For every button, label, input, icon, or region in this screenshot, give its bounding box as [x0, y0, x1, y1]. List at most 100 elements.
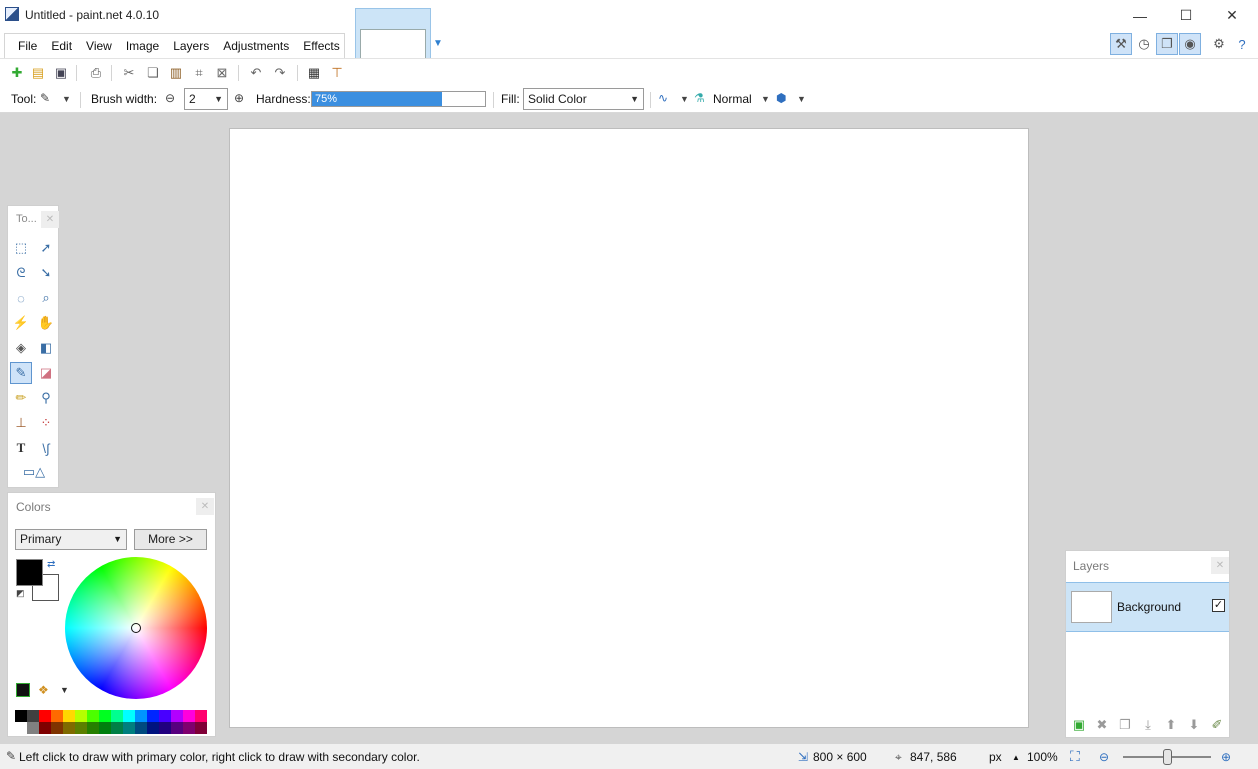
gradient-tool-icon[interactable]: ◧	[35, 337, 57, 359]
open-file-icon[interactable]: ▤	[28, 63, 48, 83]
copy-icon[interactable]: ❏	[143, 63, 163, 83]
pan-tool-icon[interactable]: ✋	[35, 312, 57, 334]
color-picker-tool-icon[interactable]: ⚲	[35, 387, 57, 409]
move-selected-pixels-tool-icon[interactable]: ➚	[35, 237, 57, 259]
brush-width-combo[interactable]: 2 ▼	[184, 88, 228, 110]
ruler-icon[interactable]: ⊤	[327, 63, 347, 83]
palette-swatch[interactable]	[15, 710, 27, 722]
colors-panel-close-icon[interactable]: ✕	[196, 498, 214, 515]
menu-edit[interactable]: Edit	[44, 34, 79, 58]
grid-icon[interactable]: ▦	[304, 63, 324, 83]
color-mode-select[interactable]: Primary ▼	[15, 529, 127, 550]
tool-dropdown-icon[interactable]: ▼	[62, 94, 71, 104]
minimize-button[interactable]: —	[1117, 0, 1163, 31]
palette-swatch[interactable]	[195, 710, 207, 722]
line-curve-tool-icon[interactable]: \∫	[35, 437, 57, 459]
paintbrush-tool-icon[interactable]: ✎	[10, 362, 32, 384]
zoom-tool-icon[interactable]: ⌕	[35, 287, 57, 309]
menu-layers[interactable]: Layers	[166, 34, 216, 58]
save-file-icon[interactable]: ▣	[51, 63, 71, 83]
eraser-tool-icon[interactable]: ◪	[35, 362, 57, 384]
blend-mode-dropdown-icon[interactable]: ▼	[761, 94, 770, 104]
undo-icon[interactable]: ↶	[246, 63, 266, 83]
fill-type-combo[interactable]: Solid Color ▼	[523, 88, 644, 110]
palette-swatch[interactable]	[135, 722, 147, 734]
palette-swatch[interactable]	[159, 710, 171, 722]
palette-swatch[interactable]	[51, 722, 63, 734]
palette-swatch[interactable]	[183, 710, 195, 722]
redo-icon[interactable]: ↷	[270, 63, 290, 83]
palette-swatch[interactable]	[27, 722, 39, 734]
pencil-tool-icon[interactable]: ✏	[10, 387, 32, 409]
merge-layer-down-icon[interactable]: ⤓	[1139, 716, 1157, 734]
decrease-width-icon[interactable]: ⊖	[165, 91, 175, 105]
deselect-icon[interactable]: ⊠	[212, 63, 232, 83]
rectangle-select-tool-icon[interactable]: ⬚	[10, 237, 32, 259]
print-icon[interactable]: ⎙	[86, 63, 106, 83]
close-button[interactable]: ✕	[1209, 0, 1255, 31]
palette-swatch[interactable]	[135, 710, 147, 722]
menu-adjustments[interactable]: Adjustments	[216, 34, 296, 58]
tools-panel-close-icon[interactable]: ✕	[41, 211, 59, 228]
blend-mode-value[interactable]: Normal	[713, 92, 752, 106]
layer-row[interactable]: Background ✓	[1066, 582, 1229, 632]
palette-swatch[interactable]	[123, 710, 135, 722]
palette-swatch[interactable]	[171, 722, 183, 734]
selection-clipping-icon[interactable]: ⬢	[776, 91, 786, 105]
hardness-slider[interactable]: 75%	[311, 91, 486, 107]
palette-swatch[interactable]	[111, 710, 123, 722]
settings-gear-icon[interactable]: ⚙	[1208, 33, 1230, 55]
zoom-value[interactable]: 100%	[1027, 750, 1058, 764]
antialiasing-icon[interactable]: ∿	[658, 91, 668, 105]
layer-properties-icon[interactable]: ✐	[1208, 716, 1226, 734]
palette-swatch[interactable]	[147, 710, 159, 722]
reset-colors-icon[interactable]: ◩	[16, 588, 25, 599]
selection-clipping-dropdown-icon[interactable]: ▼	[797, 94, 806, 104]
ellipse-select-tool-icon[interactable]: ◌	[10, 287, 32, 309]
shapes-tool-icon[interactable]: ▭△	[16, 461, 52, 483]
menu-effects[interactable]: Effects	[296, 34, 346, 58]
move-layer-up-icon[interactable]: ⬆	[1162, 716, 1180, 734]
antialiasing-dropdown-icon[interactable]: ▼	[680, 94, 689, 104]
palette-swatch[interactable]	[63, 722, 75, 734]
paste-icon[interactable]: ▥	[166, 63, 186, 83]
palette-swatch[interactable]	[87, 722, 99, 734]
menu-view[interactable]: View	[79, 34, 119, 58]
zoom-in-icon[interactable]: ⊕	[1221, 750, 1231, 764]
color-wheel-cursor[interactable]	[131, 623, 141, 633]
add-to-palette-icon[interactable]	[16, 683, 30, 697]
palette-swatch[interactable]	[123, 722, 135, 734]
delete-layer-icon[interactable]: ✖	[1093, 716, 1111, 734]
lasso-select-tool-icon[interactable]: ᘓ	[10, 262, 32, 284]
clone-stamp-tool-icon[interactable]: ⊥	[10, 412, 32, 434]
palette-swatch[interactable]	[39, 722, 51, 734]
units-selector[interactable]: px	[989, 750, 1002, 764]
help-icon[interactable]: ?	[1231, 33, 1253, 55]
palette-swatch[interactable]	[111, 722, 123, 734]
cut-icon[interactable]: ✂	[119, 63, 139, 83]
crop-to-selection-icon[interactable]: ⌗	[189, 63, 209, 83]
zoom-to-window-icon[interactable]: ⛶	[1070, 748, 1080, 765]
palette-swatch[interactable]	[99, 710, 111, 722]
layers-panel-close-icon[interactable]: ✕	[1211, 557, 1229, 574]
text-tool-icon[interactable]: T	[10, 437, 32, 459]
image-list-dropdown-icon[interactable]: ▼	[433, 39, 443, 49]
palette-swatch[interactable]	[27, 710, 39, 722]
palette-swatch[interactable]	[171, 710, 183, 722]
tools-window-toggle-icon[interactable]: ⚒	[1110, 33, 1132, 55]
add-layer-icon[interactable]: ▣	[1070, 716, 1088, 734]
primary-color-swatch[interactable]	[16, 559, 43, 586]
paintbrush-tool-icon[interactable]: ✎	[40, 91, 50, 105]
menu-file[interactable]: File	[11, 34, 44, 58]
swap-colors-icon[interactable]: ⇄	[47, 559, 55, 570]
palette-icon[interactable]: ❖	[38, 683, 49, 697]
image-canvas[interactable]	[229, 128, 1029, 728]
colors-window-toggle-icon[interactable]: ◉	[1179, 33, 1201, 55]
zoom-out-icon[interactable]: ⊖	[1099, 750, 1109, 764]
zoom-slider-thumb[interactable]	[1163, 749, 1172, 765]
palette-swatch[interactable]	[99, 722, 111, 734]
menu-image[interactable]: Image	[119, 34, 166, 58]
move-selection-tool-icon[interactable]: ➘	[35, 262, 57, 284]
more-colors-button[interactable]: More >>	[134, 529, 207, 550]
palette-menu-dropdown-icon[interactable]: ▼	[60, 685, 69, 695]
